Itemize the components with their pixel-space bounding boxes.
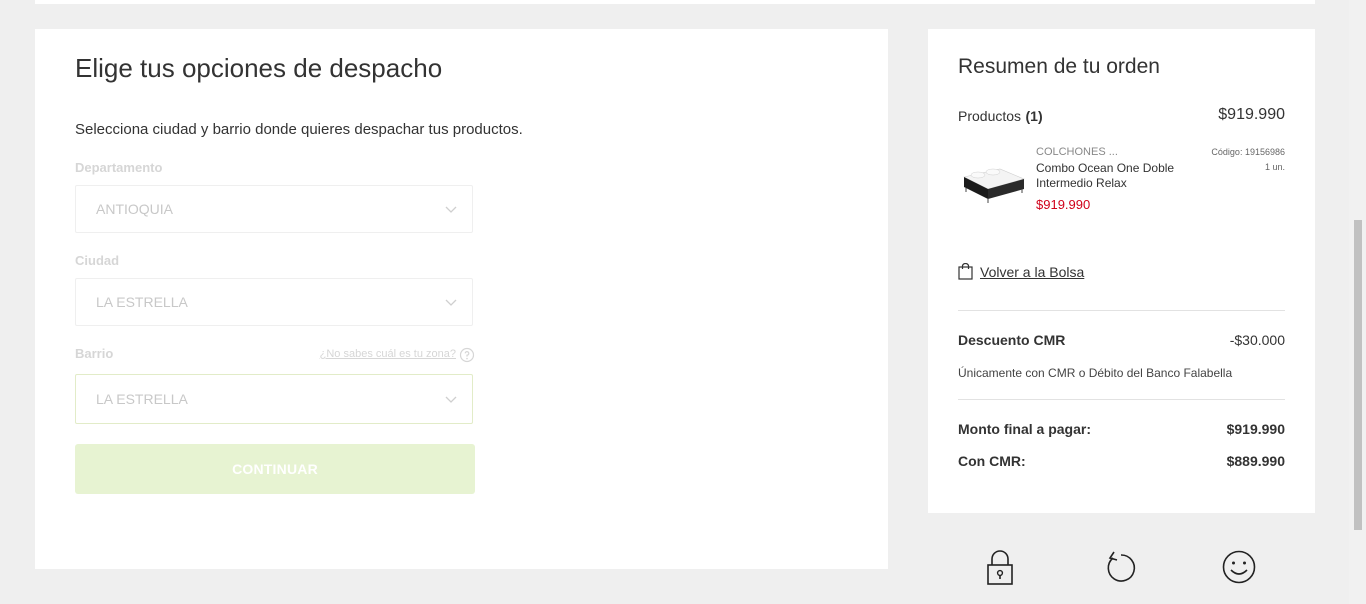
back-to-bag-link[interactable]: Volver a la Bolsa [958, 263, 1084, 280]
chevron-down-icon [445, 396, 457, 403]
department-label: Departamento [75, 160, 163, 175]
item-price: $919.990 [1036, 197, 1091, 212]
discount-value: -$30.000 [1229, 332, 1285, 348]
city-value: LA ESTRELLA [96, 294, 188, 310]
city-label: Ciudad [75, 253, 120, 268]
neighborhood-label: Barrio [75, 346, 114, 361]
chevron-down-icon [445, 206, 457, 213]
page-scrollbar[interactable] [1349, 0, 1366, 604]
neighborhood-select[interactable]: LA ESTRELLA [75, 374, 473, 424]
item-code: Código: 19156986 [1211, 147, 1285, 157]
scrollbar-thumb[interactable] [1354, 220, 1362, 530]
order-summary-card: Resumen de tu orden Productos (1) $919.9… [928, 29, 1315, 513]
shopping-bag-icon [958, 263, 973, 280]
refresh-icon [1107, 551, 1136, 582]
products-label: Productos [958, 108, 1022, 124]
divider [958, 310, 1285, 311]
lock-icon [987, 550, 1013, 585]
item-name: Combo Ocean One Doble Intermedio Relax [1036, 161, 1175, 190]
summary-title: Resumen de tu orden [958, 55, 1160, 78]
top-card-edge [35, 0, 1315, 4]
department-select[interactable]: ANTIOQUIA [75, 185, 473, 233]
final-amount-label: Monto final a pagar: [958, 421, 1091, 437]
mattress-product-image [963, 168, 1025, 203]
products-total: $919.990 [1218, 106, 1285, 123]
department-value: ANTIOQUIA [96, 201, 174, 217]
products-count: (1) [1025, 108, 1043, 124]
discount-note: Únicamente con CMR o Débito del Banco Fa… [958, 366, 1233, 380]
shipping-options-card: Elige tus opciones de despacho Seleccion… [35, 29, 888, 569]
item-brand: COLCHONES ... [1036, 146, 1118, 158]
cmr-price-value: $889.990 [1226, 453, 1285, 469]
help-circle-icon[interactable] [459, 347, 475, 363]
zone-help-link[interactable]: ¿No sabes cuál es tu zona? [320, 348, 456, 360]
chevron-down-icon [445, 299, 457, 306]
final-amount-value: $919.990 [1226, 421, 1285, 437]
item-quantity: 1 un. [1264, 162, 1285, 172]
back-to-bag-label: Volver a la Bolsa [980, 264, 1085, 280]
discount-label: Descuento CMR [958, 332, 1066, 348]
city-select[interactable]: LA ESTRELLA [75, 278, 473, 326]
divider [958, 399, 1285, 400]
shipping-title: Elige tus opciones de despacho [75, 53, 443, 83]
shipping-subtitle: Selecciona ciudad y barrio donde quieres… [75, 121, 523, 138]
products-row: Productos (1) $919.990 [958, 106, 1285, 126]
neighborhood-value: LA ESTRELLA [96, 391, 188, 407]
continue-button[interactable]: CONTINUAR [75, 444, 475, 494]
cmr-price-label: Con CMR: [958, 453, 1026, 469]
smiley-icon [1222, 550, 1256, 584]
